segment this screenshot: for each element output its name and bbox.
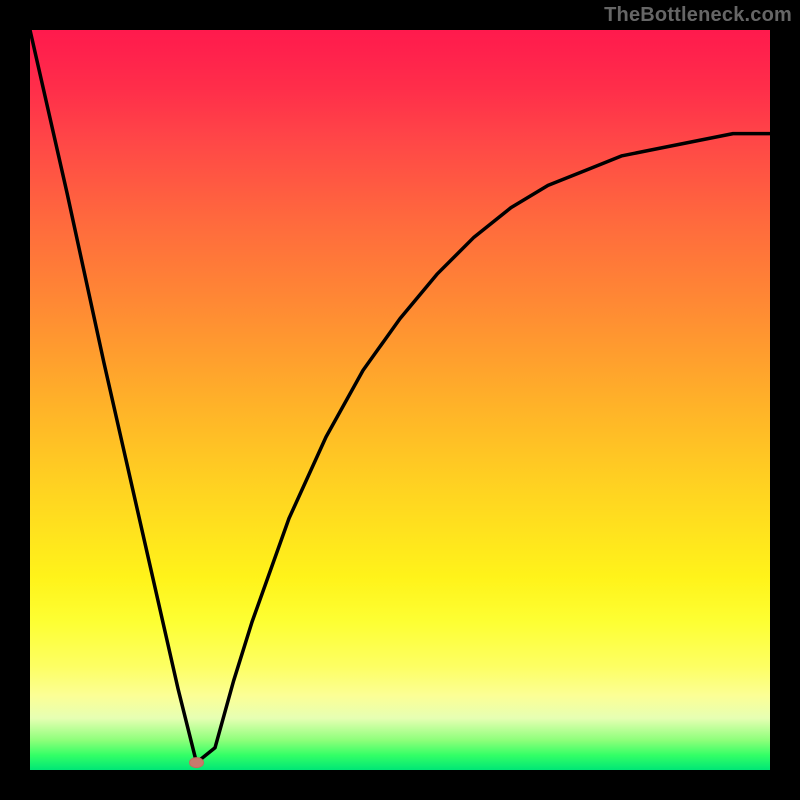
plot-area [30, 30, 770, 770]
chart-frame: TheBottleneck.com [0, 0, 800, 800]
curve-svg [30, 30, 770, 770]
bottleneck-curve [30, 30, 770, 763]
watermark-text: TheBottleneck.com [604, 4, 792, 27]
minimum-marker [190, 758, 204, 768]
